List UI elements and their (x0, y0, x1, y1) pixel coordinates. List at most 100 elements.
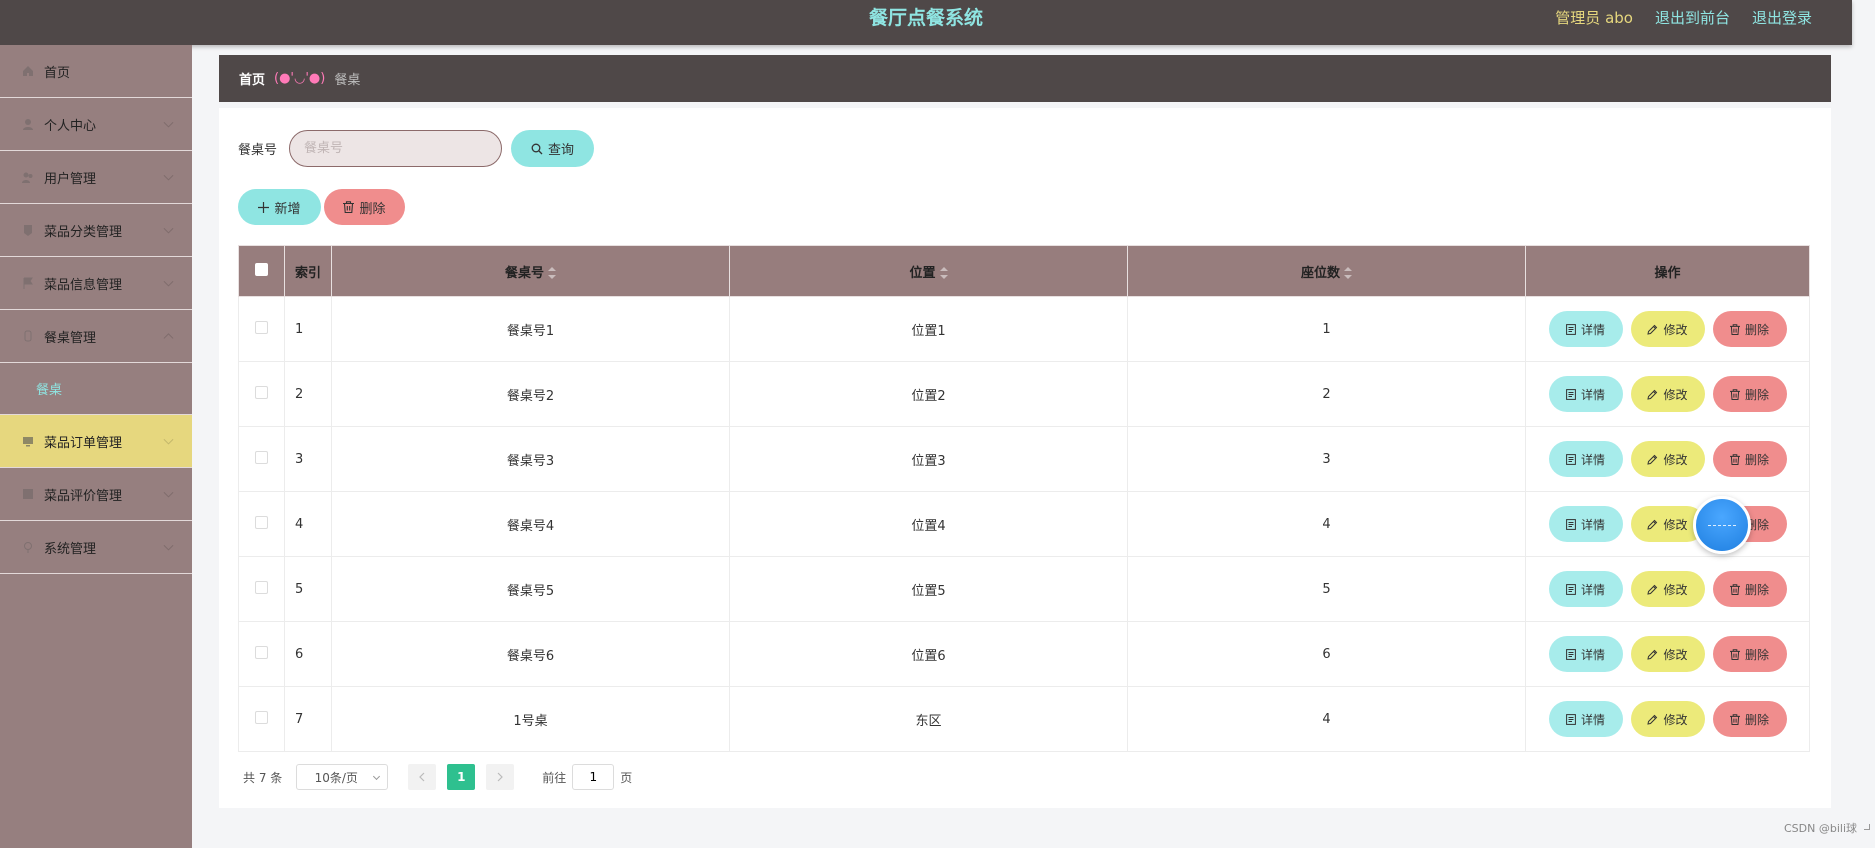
cell-index: 6 (284, 621, 332, 687)
floating-assistant-ball[interactable] (1693, 496, 1751, 554)
row-select-cell (238, 296, 285, 362)
column-header-label: 餐桌号 (504, 265, 544, 281)
sidebar-item-label: 个人中心 (44, 118, 97, 134)
query-button[interactable]: 查询 (511, 130, 595, 167)
cell-position: 位置4 (729, 491, 1128, 557)
goto-page-input[interactable] (572, 764, 615, 790)
table-row: 5 餐桌号5 位置5 5 详情 修改 删除 (238, 556, 1810, 622)
row-actions: 详情 修改 删除 (1526, 636, 1809, 672)
delete-button[interactable]: 删除 (1712, 571, 1787, 607)
sidebar-item-review-management[interactable]: 菜品评价管理 (0, 468, 192, 521)
trash-icon (343, 201, 355, 213)
sidebar-item-dish-category[interactable]: 菜品分类管理 (0, 204, 192, 257)
page-number-current[interactable]: 1 (447, 764, 476, 790)
select-all-checkbox[interactable] (255, 262, 268, 276)
pagination-total: 共 7 条 (243, 770, 283, 785)
breadcrumb: 首页 (●'◡'●) 餐桌 (219, 55, 1831, 102)
comment-icon (23, 489, 33, 499)
edit-button-label: 修改 (1663, 712, 1688, 727)
logout-link[interactable]: 退出登录 (1752, 0, 1812, 36)
edit-button[interactable]: 修改 (1630, 441, 1705, 477)
row-checkbox[interactable] (255, 320, 268, 334)
delete-button[interactable]: 删除 (1712, 311, 1787, 347)
cell-seats: 3 (1127, 426, 1526, 492)
delete-button[interactable]: 删除 (1712, 376, 1787, 412)
sidebar-item-user-management[interactable]: 用户管理 (0, 151, 192, 204)
edit-button[interactable]: 修改 (1630, 376, 1705, 412)
trash-icon (1729, 323, 1740, 335)
delete-button[interactable]: 删除 (1712, 441, 1787, 477)
table-row: 7 1号桌 东区 4 详情 修改 删除 (238, 686, 1810, 752)
detail-button-label: 详情 (1580, 712, 1605, 727)
admin-label: 管理员 abo (1555, 9, 1633, 27)
batch-delete-button[interactable]: 删除 (324, 189, 405, 225)
edit-button[interactable]: 修改 (1630, 636, 1705, 672)
prev-page-button[interactable] (408, 764, 437, 790)
delete-button-label: 删除 (1744, 712, 1769, 727)
row-checkbox[interactable] (255, 450, 268, 464)
sidebar-item-label: 菜品分类管理 (44, 224, 123, 240)
delete-button[interactable]: 删除 (1712, 636, 1787, 672)
cell-position: 东区 (729, 686, 1128, 752)
corner-resize-icon (1864, 824, 1870, 830)
sort-icon[interactable] (939, 267, 948, 279)
sidebar-item-label: 用户管理 (44, 171, 97, 187)
add-button[interactable]: 新增 (238, 189, 321, 225)
next-page-button[interactable] (486, 764, 515, 790)
page-size-select[interactable]: 10条/页 (296, 764, 389, 790)
cell-index: 3 (284, 426, 332, 492)
chevron-down-icon (163, 434, 174, 445)
trash-icon (1729, 583, 1740, 595)
detail-button[interactable]: 详情 (1548, 376, 1623, 412)
delete-button[interactable]: 删除 (1712, 701, 1787, 737)
column-header-table-no[interactable]: 餐桌号 (331, 245, 730, 297)
sort-icon[interactable] (1344, 267, 1352, 279)
detail-button[interactable]: 详情 (1548, 701, 1623, 737)
edit-button[interactable]: 修改 (1630, 571, 1705, 607)
edit-button[interactable]: 修改 (1630, 311, 1705, 347)
cell-table-no: 餐桌号6 (331, 621, 730, 687)
home-icon (23, 66, 33, 76)
table-row: 2 餐桌号2 位置2 2 详情 修改 删除 (238, 361, 1810, 427)
row-checkbox[interactable] (255, 710, 268, 724)
pagination: 共 7 条 10条/页 1 前往 页 (243, 764, 632, 790)
chevron-right-icon (497, 772, 504, 782)
column-header-seats[interactable]: 座位数 (1127, 245, 1526, 297)
detail-button[interactable]: 详情 (1548, 311, 1623, 347)
detail-button[interactable]: 详情 (1548, 636, 1623, 672)
exit-to-front-link[interactable]: 退出到前台 (1655, 0, 1730, 36)
sidebar-item-table-management[interactable]: 餐桌管理 (0, 310, 192, 363)
query-button-label: 查询 (548, 143, 575, 158)
cell-seats: 4 (1127, 686, 1526, 752)
goto-suffix: 页 (620, 770, 633, 785)
content-panel: 餐桌号 查询 新增 删除 索引 餐桌号 位置 座位数 操作 1餐桌号1 (219, 108, 1831, 808)
row-checkbox[interactable] (255, 580, 268, 594)
edit-icon (1647, 389, 1658, 400)
settings-icon (24, 542, 32, 553)
sidebar-item-dish-info[interactable]: 菜品信息管理 (0, 257, 192, 310)
column-header-position[interactable]: 位置 (729, 245, 1128, 297)
edit-button[interactable]: 修改 (1630, 701, 1705, 737)
cell-position: 位置2 (729, 361, 1128, 427)
sidebar-item-personal-center[interactable]: 个人中心 (0, 98, 192, 151)
cell-index: 7 (284, 686, 332, 752)
detail-button[interactable]: 详情 (1548, 506, 1623, 542)
search-input[interactable] (289, 130, 503, 167)
row-checkbox[interactable] (255, 515, 268, 529)
sort-icon[interactable] (548, 267, 556, 279)
sidebar-subitem-table[interactable]: 餐桌 (0, 363, 192, 415)
batch-delete-button-label: 删除 (359, 201, 386, 217)
cell-ops: 详情 修改 删除 (1525, 621, 1810, 687)
sidebar-item-system-management[interactable]: 系统管理 (0, 521, 192, 574)
breadcrumb-home[interactable]: 首页 (239, 69, 265, 88)
row-checkbox[interactable] (255, 385, 268, 399)
row-checkbox[interactable] (255, 645, 268, 659)
cell-position: 位置3 (729, 426, 1128, 492)
chevron-up-icon (163, 333, 174, 344)
sidebar-item-order-management[interactable]: 菜品订单管理 (0, 415, 192, 468)
detail-button[interactable]: 详情 (1548, 441, 1623, 477)
edit-button-label: 修改 (1663, 582, 1688, 597)
sidebar-item-home[interactable]: 首页 (0, 45, 192, 98)
chevron-left-icon (419, 772, 425, 782)
detail-button[interactable]: 详情 (1548, 571, 1623, 607)
